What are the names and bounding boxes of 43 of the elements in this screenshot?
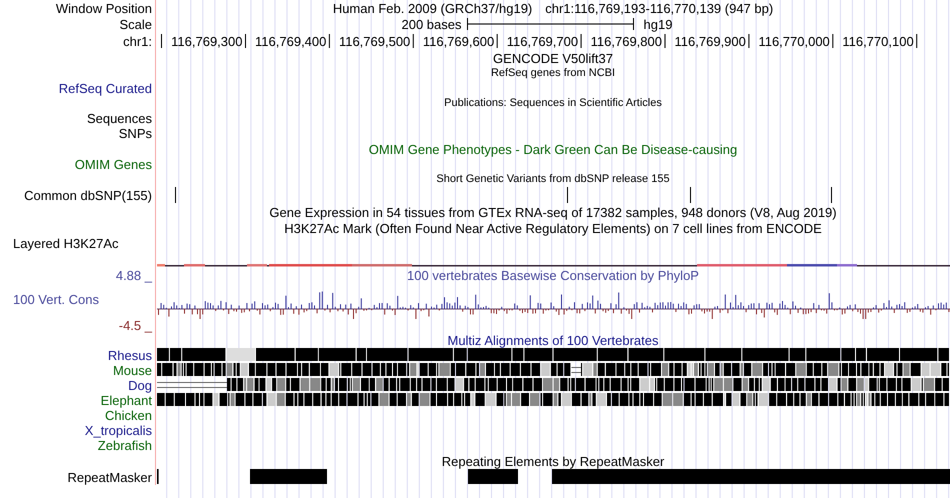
track-title: 100 vertebrates Basewise Conservation by PhyloP: [407, 268, 699, 282]
track-label: 4.88 _: [116, 268, 152, 282]
track-label: Rhesus: [108, 349, 152, 362]
position-text: chr1:116,769,193-116,770,139 (947 bp): [545, 2, 774, 14]
track-title: Gene Expression in 54 tissues from GTEx RNA-seq of 17382 samples, 948 donors (V8, Aug 2019): [269, 206, 837, 218]
track-caption: Publications: Sequences in Scientific Articles: [444, 98, 662, 109]
track-caption: Short Genetic Variants from dbSNP release 155: [436, 174, 670, 185]
track-label: chr1:: [123, 34, 152, 48]
scale-length: 200 bases: [402, 16, 462, 32]
track-label: Dog: [128, 379, 152, 392]
track-title: Multiz Alignments of 100 Vertebrates: [447, 334, 658, 346]
track-label: Window Position: [56, 2, 152, 14]
track-caption: RefSeq genes from NCBI: [490, 68, 616, 79]
assembly-title: Human Feb. 2009 (GRCh37/hg19): [332, 2, 532, 14]
track-title: GENCODE V50lift37: [493, 52, 613, 64]
track-title: H3K27Ac Mark (Often Found Near Active Regulatory Elements) on 7 cell lines from ENCODE: [284, 222, 822, 234]
ruler-label: 116,769,800: [590, 34, 662, 49]
track-label: 100 Vert. Cons: [13, 293, 99, 306]
genome-name: hg19: [644, 16, 672, 32]
track-label: OMIM Genes: [74, 158, 152, 171]
track-label: RefSeq Curated: [58, 82, 152, 95]
track-title: OMIM Gene Phenotypes - Dark Green Can Be Disease-causing: [368, 142, 738, 156]
track-label: Scale: [119, 18, 152, 30]
track-label: X_tropicalis: [84, 424, 152, 437]
ruler-label: 116,770,100: [842, 34, 914, 49]
track-label: Zebrafish: [98, 439, 152, 452]
track-title: Repeating Elements by RepeatMasker: [442, 454, 664, 468]
ruler-label: 116,770,000: [758, 34, 830, 49]
track-label: Common dbSNP(155): [24, 189, 152, 202]
ruler-label: 116,769,500: [338, 34, 410, 49]
ruler-label: 116,769,300: [171, 34, 242, 49]
track-label: Layered H3K27Ac: [13, 237, 119, 250]
track-label: -4.5 _: [118, 319, 152, 332]
track-label: Sequences: [86, 112, 152, 125]
track-label: RepeatMasker: [67, 470, 152, 484]
ruler-label: 116,769,700: [506, 34, 578, 49]
ruler-label: 116,769,400: [255, 34, 326, 49]
ruler-label: 116,769,900: [674, 34, 746, 49]
track-label: SNPs: [118, 127, 152, 140]
track-label: Chicken: [105, 409, 152, 422]
track-label: Elephant: [100, 394, 152, 407]
track-label: Mouse: [112, 364, 152, 377]
ruler-label: 116,769,600: [422, 34, 494, 49]
